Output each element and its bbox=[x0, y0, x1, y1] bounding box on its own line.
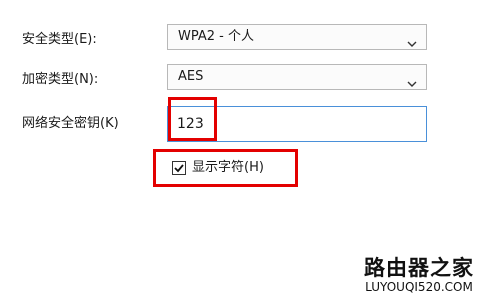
watermark: 路由器之家 LUYOUQI520.COM bbox=[364, 256, 474, 294]
network-key-label: 网络安全密钥(K) bbox=[22, 116, 119, 131]
network-key-input[interactable]: 123 bbox=[167, 106, 427, 142]
chevron-down-icon bbox=[407, 33, 417, 47]
checkmark-icon bbox=[174, 164, 184, 173]
security-type-label: 安全类型(E): bbox=[22, 32, 97, 47]
show-characters-label[interactable]: 显示字符(H) bbox=[192, 160, 264, 176]
network-key-value: 123 bbox=[177, 116, 204, 132]
chevron-down-icon bbox=[407, 73, 417, 87]
watermark-url: LUYOUQI520.COM bbox=[365, 280, 473, 294]
encryption-type-label: 加密类型(N): bbox=[22, 72, 99, 87]
encryption-type-value: AES bbox=[178, 69, 204, 84]
encryption-type-select[interactable]: AES bbox=[167, 64, 427, 90]
security-type-value: WPA2 - 个人 bbox=[178, 29, 254, 44]
show-characters-checkbox[interactable] bbox=[172, 161, 186, 175]
watermark-title: 路由器之家 bbox=[364, 256, 474, 280]
security-type-select[interactable]: WPA2 - 个人 bbox=[167, 24, 427, 50]
